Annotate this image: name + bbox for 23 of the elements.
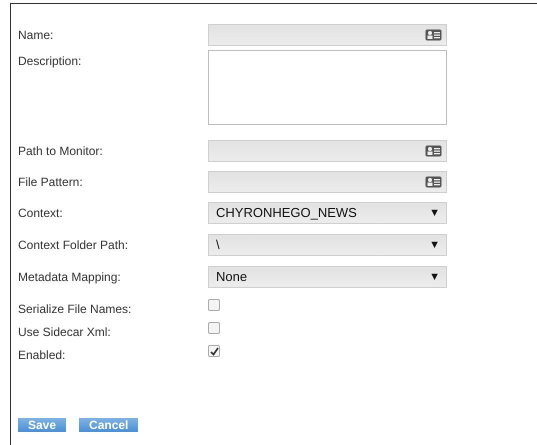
field-label: Context Folder Path: [18, 237, 130, 254]
text-field[interactable] [208, 170, 447, 192]
field-label: Use Sidecar Xml: [18, 324, 112, 341]
text-field[interactable] [208, 140, 447, 162]
checkbox[interactable] [208, 299, 220, 311]
field-label: Name: [18, 26, 54, 44]
field-label: Description: [18, 53, 82, 70]
field-label: File Pattern: [18, 174, 84, 190]
contact-card-icon[interactable] [425, 28, 442, 40]
text-field[interactable] [208, 24, 447, 46]
dropdown[interactable]: None ▼ [208, 266, 447, 288]
field-label: Enabled: [18, 347, 66, 364]
checkbox[interactable] [208, 322, 220, 334]
dropdown[interactable]: \ ▼ [208, 234, 447, 256]
checkbox[interactable] [208, 345, 220, 357]
dropdown[interactable]: CHYRONHEGO_NEWS ▼ [208, 202, 447, 224]
description-field[interactable] [208, 50, 447, 125]
field-label: Serialize File Names: [18, 301, 132, 318]
field-label: Metadata Mapping: [18, 269, 122, 286]
contact-card-icon[interactable] [425, 176, 442, 188]
contact-card-icon[interactable] [425, 144, 442, 156]
field-label: Path to Monitor: [18, 142, 104, 160]
field-label: Context: [18, 205, 64, 222]
